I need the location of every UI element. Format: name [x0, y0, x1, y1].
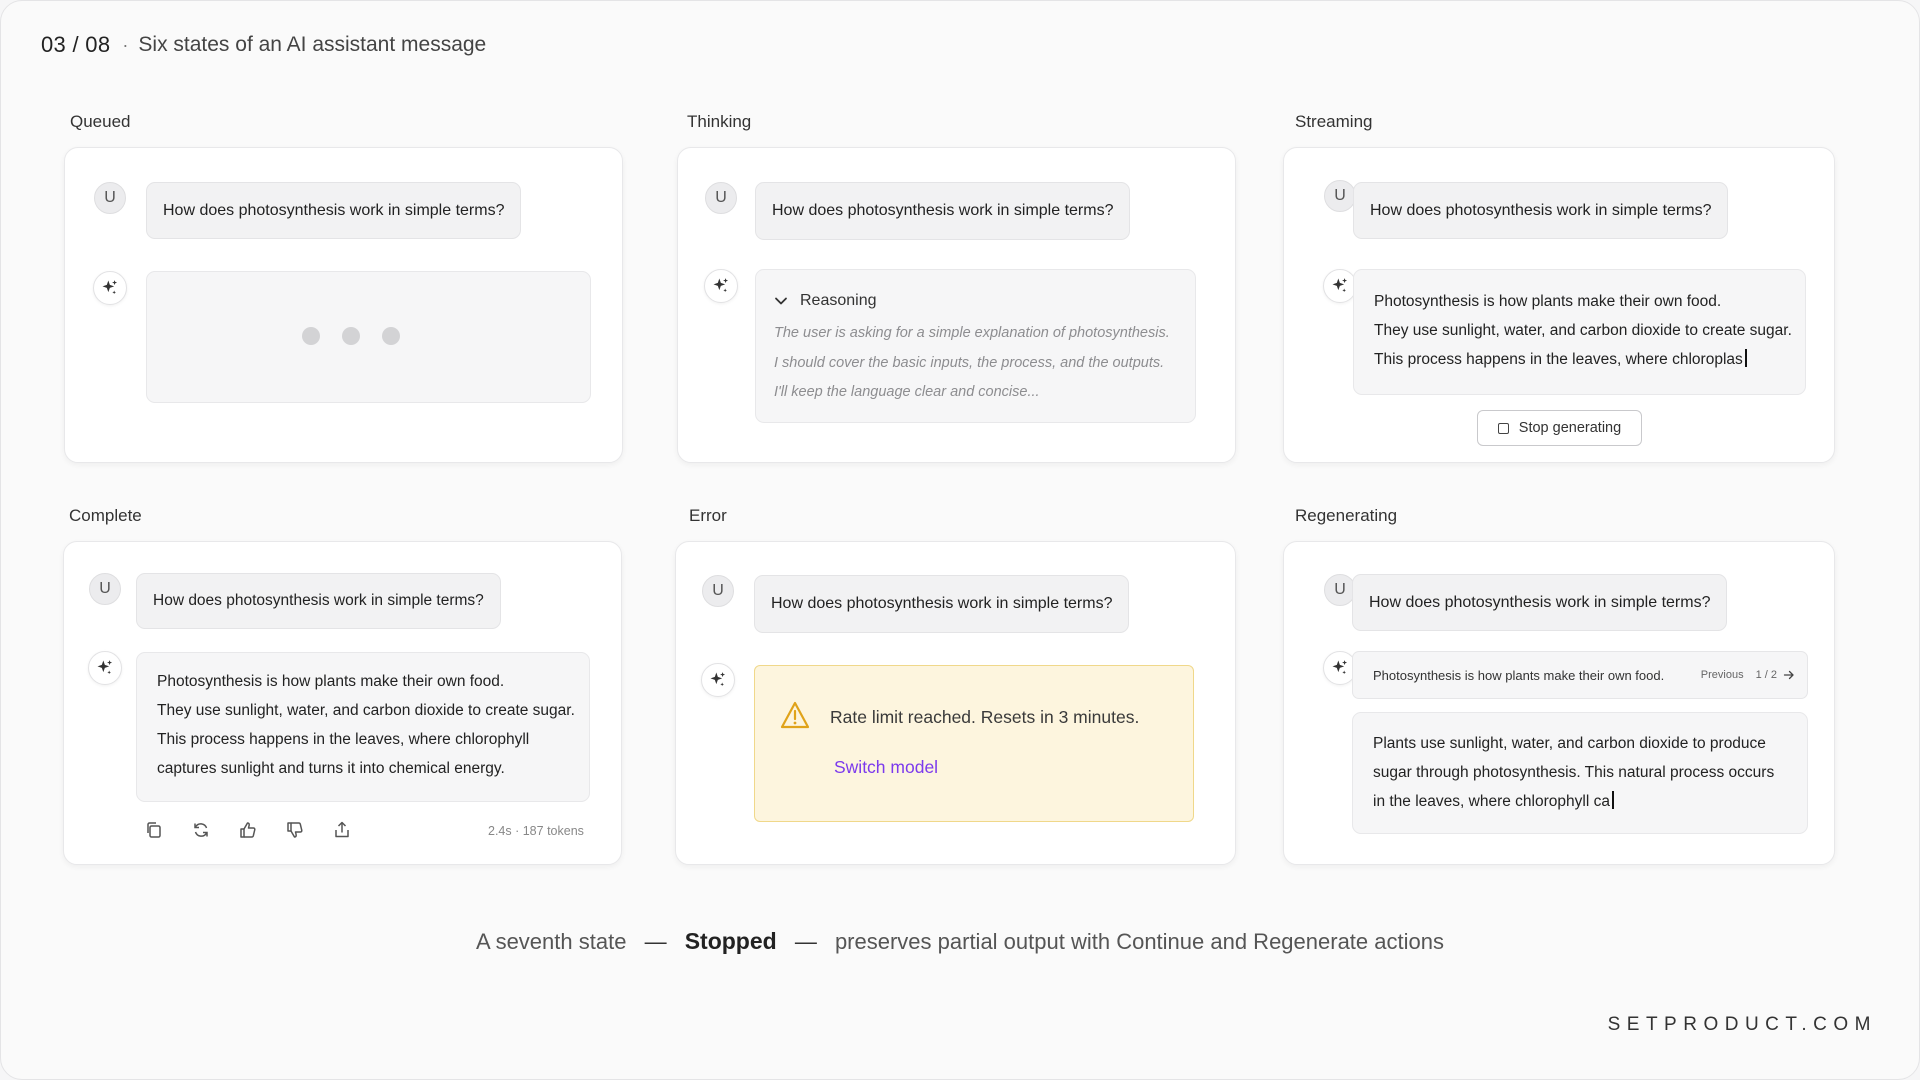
brand-logo-text: SETPRODUCT.COM: [1607, 1014, 1877, 1035]
copy-button[interactable]: [143, 819, 165, 841]
thumbs-down-button[interactable]: [284, 819, 306, 841]
stop-generating-button[interactable]: Stop generating: [1477, 410, 1642, 446]
reasoning-title: Reasoning: [800, 292, 877, 309]
user-message: How does photosynthesis work in simple t…: [754, 575, 1130, 633]
user-message: How does photosynthesis work in simple t…: [1353, 182, 1729, 239]
reply-line-last: This process happens in the leaves, wher…: [1374, 345, 1805, 374]
reply-line-last: in the leaves, where chlorophyll ca: [1373, 787, 1807, 816]
card-error: U How does photosynthesis work in simple…: [675, 541, 1236, 865]
slide-header: 03 / 08 · Six states of an AI assistant …: [41, 32, 486, 58]
panel-label-streaming: Streaming: [1295, 112, 1373, 131]
page-counter: 03 / 08: [41, 32, 111, 57]
reply-line: They use sunlight, water, and carbon dio…: [157, 702, 575, 719]
caption-dash: —: [794, 929, 817, 954]
typing-dots: [302, 327, 400, 345]
typing-dot: [302, 327, 320, 345]
share-button[interactable]: [331, 819, 353, 841]
previous-version-row: Photosynthesis is how plants make their …: [1352, 651, 1808, 699]
reply-line: Photosynthesis is how plants make their …: [1374, 293, 1722, 310]
panel-label-complete: Complete: [69, 506, 142, 525]
card-queued: U How does photosynthesis work in simple…: [64, 147, 623, 463]
version-pager[interactable]: Previous 1 / 2: [1701, 669, 1795, 681]
caption-pre: A seventh state: [476, 929, 627, 954]
user-avatar: U: [702, 575, 734, 607]
error-banner: Rate limit reached. Resets in 3 minutes.…: [754, 665, 1194, 822]
chevron-down-icon: [775, 297, 787, 304]
assistant-reply-streaming: Photosynthesis is how plants make their …: [1353, 269, 1806, 395]
card-thinking: U How does photosynthesis work in simple…: [677, 147, 1236, 463]
reply-line: Plants use sunlight, water, and carbon d…: [1373, 735, 1766, 752]
user-avatar: U: [1324, 180, 1356, 212]
card-complete: U How does photosynthesis work in simple…: [63, 541, 622, 865]
message-actions: [143, 819, 378, 841]
caption-bold: Stopped: [684, 928, 777, 954]
assistant-reply-regenerating: Plants use sunlight, water, and carbon d…: [1352, 712, 1808, 834]
reasoning-line: I should cover the basic inputs, the pro…: [774, 354, 1165, 371]
reply-line: This process happens in the leaves, wher…: [157, 731, 530, 748]
sparkle-icon: [701, 663, 735, 697]
user-message: How does photosynthesis work in simple t…: [146, 182, 522, 239]
reasoning-panel: Reasoning The user is asking for a simpl…: [755, 269, 1196, 423]
stop-label: Stop generating: [1518, 420, 1622, 436]
warning-icon: [780, 701, 810, 729]
sparkle-icon: [1323, 269, 1357, 303]
reply-line: Photosynthesis is how plants make their …: [157, 673, 505, 690]
thumbs-down-icon: [287, 822, 303, 838]
copy-icon: [147, 822, 161, 838]
reasoning-line: The user is asking for a simple explanat…: [774, 325, 1170, 341]
regenerate-icon: [194, 823, 208, 837]
page-title: Six states of an AI assistant message: [138, 33, 487, 56]
reasoning-text: The user is asking for a simple explanat…: [774, 319, 1170, 408]
share-icon: [335, 821, 349, 838]
thumbs-up-icon: [240, 822, 256, 838]
user-message: How does photosynthesis work in simple t…: [755, 182, 1131, 240]
user-avatar: U: [94, 182, 126, 214]
footer-caption: A seventh state — Stopped — preserves pa…: [0, 928, 1920, 955]
caption-dash: —: [644, 929, 667, 954]
page-indicator: 1 / 2: [1755, 669, 1777, 681]
card-regenerating: U How does photosynthesis work in simple…: [1283, 541, 1835, 865]
reply-line: in the leaves, where chlorophyll ca: [1373, 793, 1610, 810]
reply-line: This process happens in the leaves, wher…: [1374, 351, 1743, 368]
user-message: How does photosynthesis work in simple t…: [136, 573, 501, 629]
reply-line: sugar through photosynthesis. This natur…: [1373, 764, 1775, 781]
card-streaming: U How does photosynthesis work in simple…: [1283, 147, 1835, 463]
panel-label-queued: Queued: [70, 112, 131, 131]
sparkle-icon: [704, 269, 738, 303]
sparkle-icon: [88, 651, 122, 685]
panel-label-thinking: Thinking: [687, 112, 752, 131]
reasoning-toggle[interactable]: Reasoning: [774, 286, 877, 315]
thumbs-up-button[interactable]: [237, 819, 259, 841]
previous-label[interactable]: Previous: [1701, 669, 1744, 681]
arrow-right-icon[interactable]: [1783, 669, 1795, 681]
typing-dot: [342, 327, 360, 345]
user-avatar: U: [705, 182, 737, 214]
previous-version-text: Photosynthesis is how plants make their …: [1373, 668, 1665, 683]
typing-dot: [382, 327, 400, 345]
panel-label-regenerating: Regenerating: [1295, 506, 1398, 525]
sparkle-icon: [93, 271, 127, 305]
response-meta: 2.4s · 187 tokens: [488, 824, 584, 838]
loading-placeholder: [146, 271, 591, 403]
assistant-reply-complete: Photosynthesis is how plants make their …: [136, 652, 590, 802]
caption-post: preserves partial output with Continue a…: [834, 929, 1444, 954]
error-message: Rate limit reached. Resets in 3 minutes.: [830, 707, 1140, 727]
user-message: How does photosynthesis work in simple t…: [1352, 574, 1728, 631]
text-cursor: [1744, 349, 1747, 367]
header-separator: ·: [122, 34, 129, 55]
regenerate-button[interactable]: [190, 819, 212, 841]
reply-line: They use sunlight, water, and carbon dio…: [1374, 322, 1792, 339]
switch-model-link[interactable]: Switch model: [834, 757, 938, 778]
reasoning-line: I'll keep the language clear and concise…: [774, 384, 1040, 400]
stop-square-icon: [1497, 422, 1509, 434]
text-cursor: [1611, 791, 1614, 809]
reply-line: captures sunlight and turns it into chem…: [157, 760, 505, 777]
user-avatar: U: [89, 573, 121, 605]
panel-label-error: Error: [689, 506, 727, 525]
